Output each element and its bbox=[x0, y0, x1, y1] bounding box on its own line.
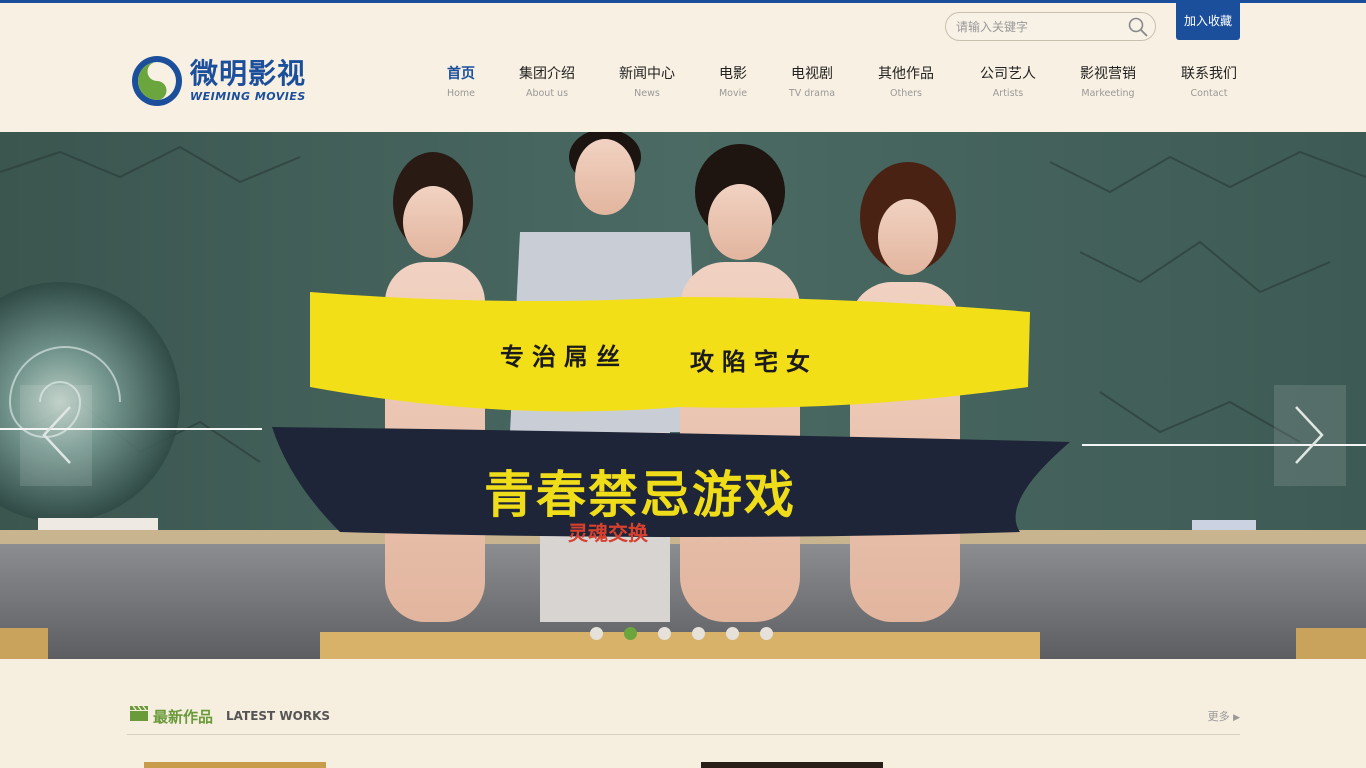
hero-banner[interactable]: 专治屌丝 攻陷宅女 青春禁忌游戏 灵魂交换 bbox=[0, 132, 1366, 659]
nav-label: 公司艺人 bbox=[980, 66, 1036, 82]
nav-sublabel: Others bbox=[890, 88, 922, 99]
nav-sublabel: TV drama bbox=[788, 88, 836, 99]
nav-label: 电影 bbox=[719, 66, 747, 82]
main-nav: 首页 Home 集团介绍 About us 新闻中心 News 电影 Movie… bbox=[0, 63, 1366, 113]
search-icon[interactable] bbox=[1127, 16, 1149, 38]
nav-label: 联系我们 bbox=[1181, 66, 1237, 82]
nav-label: 影视营销 bbox=[1080, 66, 1136, 82]
nav-label: 首页 bbox=[447, 66, 475, 82]
nav-label: 新闻中心 bbox=[619, 66, 675, 82]
banner-prev-button[interactable] bbox=[20, 385, 92, 486]
nav-sublabel: Contact bbox=[1190, 88, 1228, 99]
nav-label: 电视剧 bbox=[791, 66, 833, 82]
banner-dot[interactable] bbox=[726, 627, 739, 640]
play-arrow-icon: ▶ bbox=[1233, 713, 1240, 723]
nav-item-artists[interactable]: 公司艺人 Artists bbox=[975, 63, 1041, 99]
banner-slogan-right: 攻陷宅女 bbox=[690, 348, 818, 376]
site-header: 微明影视 WEIMING MOVIES 加入收藏 首页 Home 集团介绍 Ab… bbox=[0, 3, 1366, 132]
nav-sublabel: Markeeting bbox=[1081, 88, 1135, 99]
more-label: 更多 bbox=[1207, 710, 1230, 723]
chevron-left-icon bbox=[42, 406, 71, 464]
banner-pagination bbox=[590, 627, 794, 641]
banner-dot[interactable] bbox=[692, 627, 705, 640]
banner-movie-title: 青春禁忌游戏 bbox=[484, 465, 796, 524]
work-thumbnail[interactable] bbox=[144, 762, 326, 768]
banner-movie-subtitle: 灵魂交换 bbox=[568, 521, 649, 545]
chevron-right-icon bbox=[1295, 406, 1324, 464]
section-subtitle: LATEST WORKS bbox=[226, 709, 331, 723]
search-input[interactable] bbox=[956, 19, 1121, 34]
nav-item-tv-drama[interactable]: 电视剧 TV drama bbox=[787, 63, 837, 99]
banner-slogan-left: 专治屌丝 bbox=[500, 343, 628, 371]
more-link[interactable]: 更多 ▶ bbox=[1208, 708, 1240, 724]
banner-poster-image: 专治屌丝 攻陷宅女 青春禁忌游戏 灵魂交换 bbox=[0, 132, 1366, 659]
nav-item-home[interactable]: 首页 Home bbox=[444, 63, 478, 99]
latest-works-header: 最新作品 LATEST WORKS 更多 ▶ bbox=[127, 700, 1240, 735]
nav-sublabel: Movie bbox=[718, 88, 748, 99]
nav-sublabel: News bbox=[634, 88, 660, 99]
banner-dot[interactable] bbox=[658, 627, 671, 640]
nav-sublabel: Artists bbox=[992, 88, 1024, 99]
work-thumbnail[interactable] bbox=[701, 762, 883, 768]
section-title: 最新作品 bbox=[153, 708, 214, 726]
banner-dot[interactable] bbox=[760, 627, 773, 640]
clapperboard-icon bbox=[130, 705, 148, 721]
search-box bbox=[945, 12, 1156, 41]
nav-sublabel: About us bbox=[525, 88, 569, 99]
nav-item-marketing[interactable]: 影视营销 Markeeting bbox=[1075, 63, 1141, 99]
add-to-favorites-button[interactable]: 加入收藏 bbox=[1176, 3, 1240, 40]
banner-dot[interactable] bbox=[590, 627, 603, 640]
nav-item-movie[interactable]: 电影 Movie bbox=[716, 63, 750, 99]
nav-item-contact[interactable]: 联系我们 Contact bbox=[1176, 63, 1242, 99]
nav-label: 其他作品 bbox=[878, 66, 934, 82]
banner-dot-active[interactable] bbox=[624, 627, 637, 640]
nav-item-others[interactable]: 其他作品 Others bbox=[873, 63, 939, 99]
nav-sublabel: Home bbox=[446, 88, 476, 99]
banner-next-button[interactable] bbox=[1274, 385, 1346, 486]
nav-label: 集团介绍 bbox=[519, 66, 575, 82]
nav-item-about[interactable]: 集团介绍 About us bbox=[514, 63, 580, 99]
nav-item-news[interactable]: 新闻中心 News bbox=[614, 63, 680, 99]
